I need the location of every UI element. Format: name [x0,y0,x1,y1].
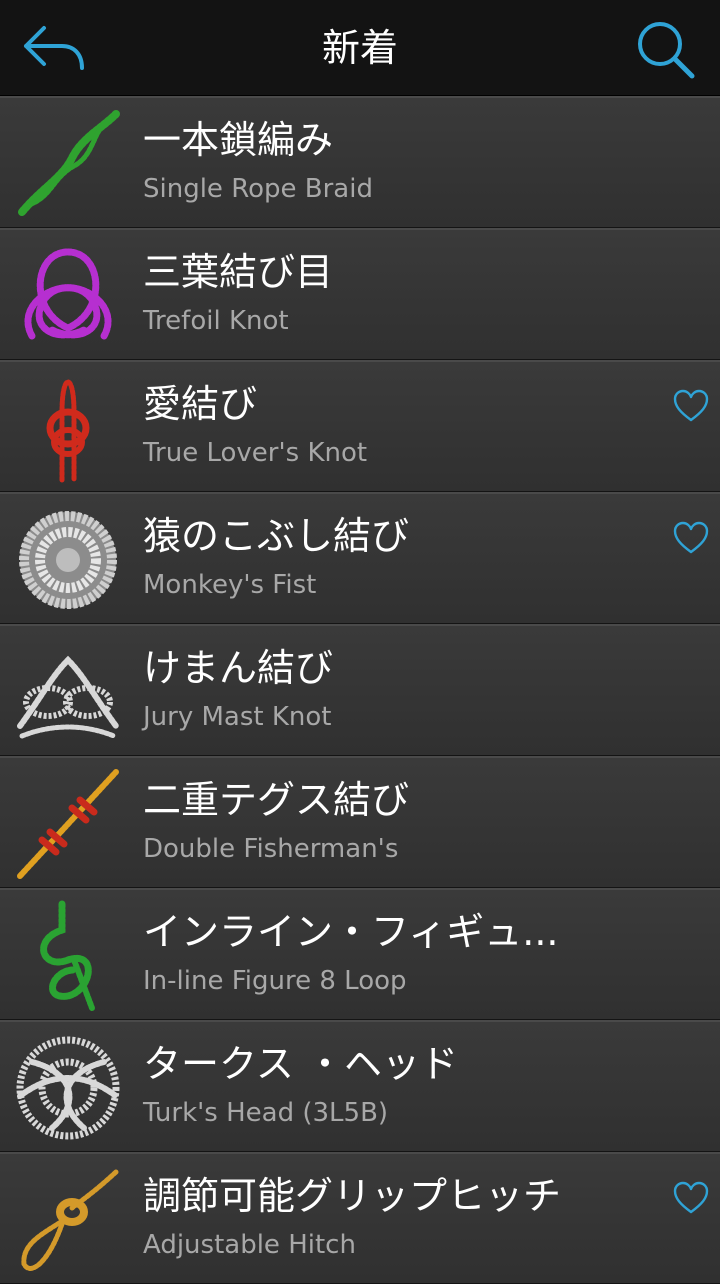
knot-name-jp: 一本鎖編み [143,118,334,162]
knot-name-en: True Lover's Knot [143,438,368,468]
search-button[interactable] [634,18,698,80]
knot-name-en: Monkey's Fist [143,570,317,600]
list-item[interactable]: タークス ・ヘッド Turk's Head (3L5B) [0,1020,720,1152]
list-item[interactable]: けまん結び Jury Mast Knot [0,624,720,756]
knot-name-en: Single Rope Braid [143,174,373,204]
list-item[interactable]: 三葉結び目 Trefoil Knot [0,228,720,360]
knot-name-jp: 愛結び [143,382,258,426]
knot-name-jp: 調節可能グリップヒッチ [143,1174,562,1218]
knot-name-en: Turk's Head (3L5B) [143,1098,389,1128]
knot-name-jp: 猿のこぶし結び [143,514,410,558]
trefoil-knot-icon [12,240,124,352]
fist-knot-icon [12,504,124,616]
favorite-heart-icon[interactable] [672,388,710,424]
favorite-heart-icon[interactable] [672,520,710,556]
figure8-knot-icon [12,900,124,1012]
knot-name-jp: 三葉結び目 [143,250,334,294]
list-item[interactable]: 愛結び True Lover's Knot [0,360,720,492]
hitch-knot-icon [12,1164,124,1276]
list-item[interactable]: インライン・フィギュ... In-line Figure 8 Loop [0,888,720,1020]
list-item[interactable]: 調節可能グリップヒッチ Adjustable Hitch [0,1152,720,1284]
turks-knot-icon [12,1032,124,1144]
knot-name-en: Jury Mast Knot [143,702,332,732]
search-icon [638,22,695,79]
nav-bar: 新着 [0,0,720,96]
list-item[interactable]: 一本鎖編み Single Rope Braid [0,96,720,228]
knot-name-en: Adjustable Hitch [143,1230,356,1260]
knot-name-en: In-line Figure 8 Loop [143,966,407,996]
list-item[interactable]: 猿のこぶし結び Monkey's Fist [0,492,720,624]
list-item[interactable]: 二重テグス結び Double Fisherman's [0,756,720,888]
jury-knot-icon [12,636,124,748]
page-title: 新着 [321,26,398,70]
favorite-heart-icon[interactable] [672,1180,710,1216]
knot-list: 一本鎖編み Single Rope Braid 三葉結び目 Trefoil Knot 愛… [0,96,720,1284]
knot-name-jp: タークス ・ヘッド [143,1042,458,1086]
knot-name-en: Trefoil Knot [143,306,289,336]
knot-name-en: Double Fisherman's [143,834,399,864]
knot-name-jp: 二重テグス結び [143,778,410,822]
knot-name-jp: インライン・フィギュ... [143,910,559,954]
lovers-knot-icon [12,372,124,484]
braid-knot-icon [12,108,124,220]
fisherman-knot-icon [12,768,124,880]
knot-name-jp: けまん結び [143,646,334,690]
